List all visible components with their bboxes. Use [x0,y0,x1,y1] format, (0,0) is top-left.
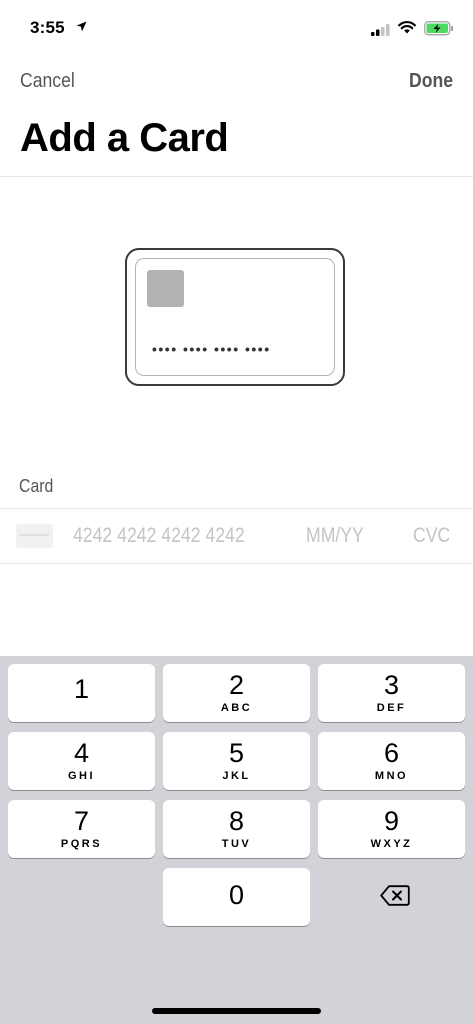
card-chip-icon [147,270,184,307]
key-1[interactable]: 1 [8,664,155,722]
card-illustration: •••• •••• •••• •••• [125,248,345,386]
cellular-signal-icon [371,24,390,36]
key-letters: ABC [220,702,253,714]
status-bar: 3:55 [0,0,473,56]
key-letters: GHI [67,770,96,782]
home-indicator[interactable] [152,1008,321,1014]
key-letters: TUV [221,838,252,850]
page-title: Add a Card [20,116,229,160]
card-brand-icon [16,524,53,548]
card-brand-stripe [19,534,49,536]
key-digit: 9 [383,806,400,836]
key-digit: 0 [228,880,245,910]
card-illustration-inner: •••• •••• •••• •••• [135,258,335,376]
expiry-input[interactable] [306,524,382,548]
key-8[interactable]: 8 TUV [163,800,310,858]
key-digit: 1 [73,674,90,704]
key-4[interactable]: 4 GHI [8,732,155,790]
card-number-input[interactable] [73,524,267,548]
header-divider [0,176,473,177]
key-digit: 8 [228,806,245,836]
key-letters: JKL [222,770,251,782]
key-letters: MNO [374,770,409,782]
done-button[interactable]: Done [409,70,453,93]
key-digit: 3 [383,670,400,700]
key-0[interactable]: 0 [163,868,310,926]
delete-backward-icon [380,885,410,906]
wifi-icon [398,21,416,34]
key-3[interactable]: 3 DEF [318,664,465,722]
key-6[interactable]: 6 MNO [318,732,465,790]
cvc-input[interactable] [413,524,460,548]
backspace-key[interactable] [318,866,465,924]
key-2[interactable]: 2 ABC [163,664,310,722]
key-digit: 2 [228,670,245,700]
key-digit: 5 [228,738,245,768]
key-5[interactable]: 5 JKL [163,732,310,790]
key-digit: 7 [73,806,90,836]
status-time: 3:55 [30,18,65,37]
key-digit: 4 [73,738,90,768]
card-section-label: Card [19,476,54,496]
card-number-mask: •••• •••• •••• •••• [152,341,271,357]
battery-charging-icon [424,21,453,36]
cancel-button[interactable]: Cancel [20,70,75,93]
key-letters: WXYZ [370,838,413,850]
location-arrow-icon [76,21,87,32]
form-top-divider [0,508,473,509]
key-digit: 6 [383,738,400,768]
key-9[interactable]: 9 WXYZ [318,800,465,858]
key-letters: DEF [376,702,407,714]
key-letters: PQRS [60,838,103,850]
form-bottom-divider [0,563,473,564]
key-7[interactable]: 7 PQRS [8,800,155,858]
